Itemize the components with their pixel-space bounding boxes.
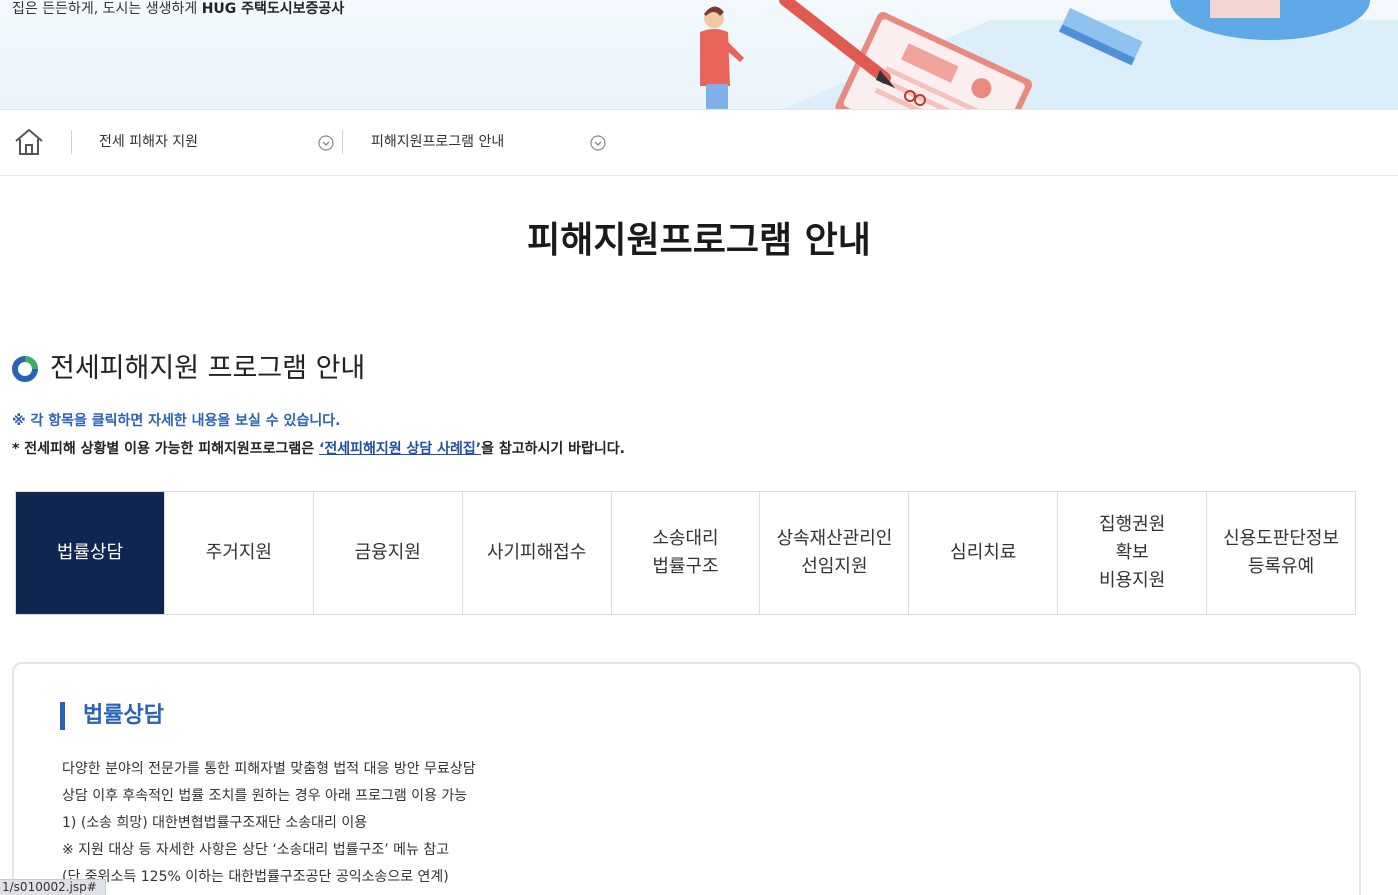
section-heading-text: 전세피해지원 프로그램 안내 [50,353,366,384]
click-hint: ※ 각 항목을 클릭하면 자세한 내용을 보실 수 있습니다. [12,413,341,429]
status-url: 1/s010002.jsp# [0,879,106,895]
breadcrumb-item-1[interactable]: 전세 피해자 지원 [99,132,198,152]
reference-note-text: * 전세피해 상황별 이용 가능한 피해지원프로그램은 [12,441,320,457]
panel-title: 법률상담 [60,702,164,730]
panel-description: 다양한 분야의 전문가를 통한 피해자별 맞춤형 법적 대응 방안 무료상담 상… [62,756,476,891]
tab-legal-consult[interactable]: 법률상담 [16,492,165,614]
description-line: 다양한 분야의 전문가를 통한 피해자별 맞춤형 법적 대응 방안 무료상담 [62,761,476,777]
top-banner: 집은 든든하게, 도시는 생생하게 HUG 주택도시보증공사 [0,0,1398,110]
description-line: 상담 이후 후속적인 법률 조치를 원하는 경우 아래 프로그램 이용 가능 [62,788,468,804]
reference-note-text-end: 을 참고하시기 바랍니다. [481,441,625,457]
slogan-text: 집은 든든하게, 도시는 생생하게 [12,1,202,17]
page-title: 피해지원프로그램 안내 [527,220,871,261]
tab-fraud-report[interactable]: 사기피해접수 [462,492,612,614]
description-line: (단 중위소득 125% 이하는 대한법률구조공단 공익소송으로 연계) [62,869,449,885]
banner-illustration [700,0,1398,109]
ring-bullet-icon [12,356,38,382]
chevron-down-icon[interactable] [590,135,606,151]
location-bar: 전세 피해자 지원 피해지원프로그램 안내 [0,110,1398,176]
banner-slogan: 집은 든든하게, 도시는 생생하게 HUG 주택도시보증공사 [12,0,344,18]
tab-credit-deferral[interactable]: 신용도판단정보 등록유예 [1207,492,1357,614]
slogan-brand: HUG 주택도시보증공사 [201,1,345,17]
tab-enforcement-cost[interactable]: 집행권원 확보 비용지원 [1058,492,1208,614]
breadcrumb-separator [342,130,343,154]
tab-housing-support[interactable]: 주거지원 [164,492,314,614]
chevron-down-icon[interactable] [318,135,334,151]
content-panel: 법률상담 다양한 분야의 전문가를 통한 피해자별 맞춤형 법적 대응 방안 무… [12,662,1361,895]
description-line: ※ 지원 대상 등 자세한 사항은 상단 ‘소송대리 법률구조’ 메뉴 참고 [62,842,450,858]
reference-note: * 전세피해 상황별 이용 가능한 피해지원프로그램은 ‘전세피해지원 상담 사… [12,439,625,459]
program-tabs: 법률상담 주거지원 금융지원 사기피해접수 소송대리 법률구조 상속재산관리인 … [15,491,1357,615]
tab-estate-administrator[interactable]: 상속재산관리인 선임지원 [760,492,910,614]
breadcrumb-item-2[interactable]: 피해지원프로그램 안내 [371,132,504,152]
tab-financial-support[interactable]: 금융지원 [313,492,463,614]
tab-psychotherapy[interactable]: 심리치료 [909,492,1059,614]
tab-litigation-aid[interactable]: 소송대리 법률구조 [611,492,761,614]
home-icon[interactable] [12,126,46,158]
section-heading: 전세피해지원 프로그램 안내 [12,350,365,388]
description-line: 1) (소송 희망) 대한변협법률구조재단 소송대리 이용 [62,815,368,831]
casebook-link[interactable]: ‘전세피해지원 상담 사례집’ [319,441,481,457]
breadcrumb-separator [71,130,72,154]
